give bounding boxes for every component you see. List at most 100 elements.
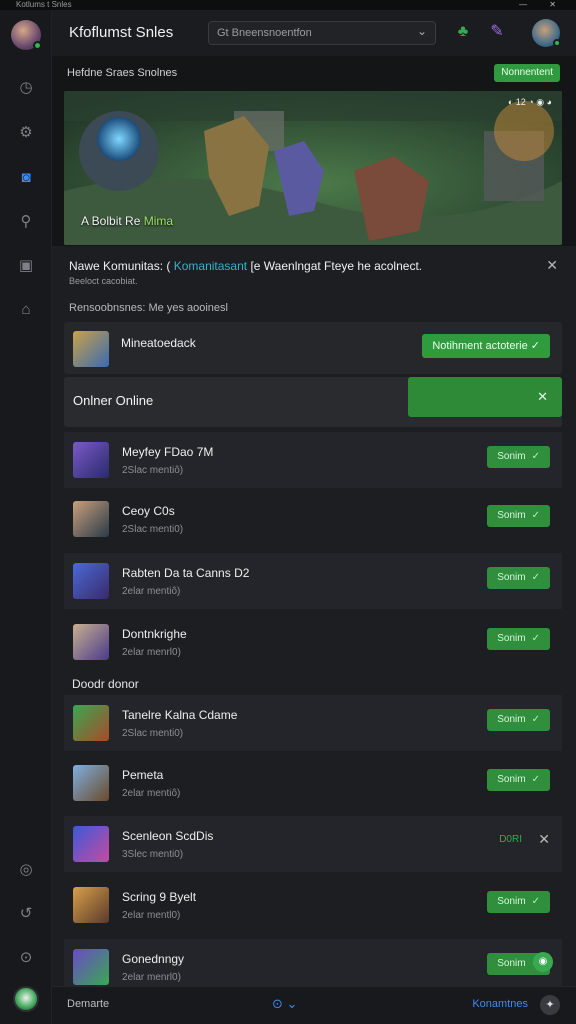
featured-row[interactable]: Mineatoedack Notihment actoterie ✓: [64, 322, 562, 374]
os-title-strip: Kotlums t Snles — ✕: [0, 0, 576, 10]
clock-icon[interactable]: ◷: [16, 78, 36, 98]
close-icon[interactable]: ✕: [546, 257, 558, 274]
list-item[interactable]: Pemeta 2elar mentiô) Sonim ✓: [64, 755, 562, 811]
join-button[interactable]: Sonim✓: [487, 446, 550, 468]
join-button[interactable]: Sonim✓: [487, 628, 550, 650]
join-button[interactable]: Sonim✓: [487, 505, 550, 527]
game-thumbnail: [73, 501, 109, 537]
footer-link[interactable]: Konamtnes: [472, 998, 528, 1010]
row-name: Scenleon ScdDis: [122, 829, 214, 843]
chevron-down-icon[interactable]: ⌄: [417, 24, 427, 38]
quick-action-button[interactable]: ◉: [533, 952, 553, 972]
game-thumbnail: [73, 442, 109, 478]
back-icon[interactable]: ↺: [16, 904, 36, 924]
alert-icon[interactable]: ⌂: [16, 300, 36, 320]
join-button[interactable]: Sonim✓: [487, 891, 550, 913]
bottom-avatar[interactable]: [13, 986, 39, 1012]
footer-help-icon[interactable]: ✦: [540, 995, 560, 1015]
online-progress[interactable]: ✕: [408, 377, 562, 417]
list-item[interactable]: Scenleon ScdDis 3Slec menti0) D0RI ✕: [64, 816, 562, 872]
header: Kfoflumst Snles ⌄ ♣ ✎: [52, 10, 576, 56]
online-status-dot: [33, 41, 42, 50]
check-icon: ✓: [531, 714, 540, 725]
footer: Demarte ⊙ ⌄ Konamtnes ✦: [52, 986, 576, 1024]
game-thumbnail: [73, 949, 109, 985]
game-thumbnail: [73, 563, 109, 599]
close-icon[interactable]: ✕: [538, 831, 550, 848]
game-thumbnail: [73, 765, 109, 801]
row-text-button[interactable]: D0RI: [499, 834, 522, 845]
check-icon: ✓: [531, 510, 540, 521]
row-subtitle: 2elar mentiô): [122, 586, 181, 597]
page-title: Kfoflumst Snles: [69, 24, 174, 41]
row-name: Mineatoedack: [121, 336, 196, 350]
row-subtitle: 2elar mentiô): [122, 788, 181, 799]
search-input[interactable]: [217, 25, 407, 41]
screen-icon[interactable]: ▣: [16, 256, 36, 276]
join-button[interactable]: Sonim✓: [487, 769, 550, 791]
game-banner[interactable]: ◐ 12 ◔ ◉ ◕ A Bolbit Re Mima: [64, 91, 562, 245]
game-thumbnail: [73, 705, 109, 741]
row-name: Gonednngy: [122, 952, 185, 966]
row-subtitle: 2elar menrl0): [122, 647, 181, 658]
user-avatar[interactable]: [11, 20, 42, 50]
panel-subtitle: Beeloct cacobiat.: [69, 276, 138, 286]
row-name: Tanelre Kalna Cdame: [122, 708, 238, 722]
section-label: Hefdne Sraes Snolnes: [67, 67, 178, 79]
search-box[interactable]: ⌄: [208, 21, 436, 45]
row-name: Ceoy C0s: [122, 504, 175, 518]
list-item[interactable]: Dontnkrighe 2elar menrl0) Sonim ✓: [64, 614, 562, 670]
check-icon: ✓: [531, 633, 540, 644]
join-button[interactable]: Sonim✓: [487, 709, 550, 731]
check-icon: ✓: [531, 896, 540, 907]
online-status-dot: [553, 39, 561, 47]
window-controls[interactable]: — ✕: [519, 0, 566, 10]
wand-icon[interactable]: ✎: [486, 21, 508, 43]
game-thumbnail: [73, 331, 109, 367]
row-subtitle: 2Slac menti0): [122, 524, 184, 535]
settings-icon[interactable]: ◎: [16, 860, 36, 880]
row-name: Dontnkrighe: [122, 627, 187, 641]
footer-left-label[interactable]: Demarte: [67, 998, 109, 1010]
top-status-pill[interactable]: Nonnentent: [494, 64, 560, 82]
list-item[interactable]: Ceoy C0s 2Slac menti0) Sonim ✓: [64, 491, 562, 547]
check-icon: ✓: [530, 340, 540, 352]
check-icon: ✓: [531, 774, 540, 785]
panel-label: Rensoobnsnes: Me yes aooinesl: [69, 302, 228, 314]
list-item[interactable]: Scring 9 Byelt 2elar mentl0) Sonim ✓: [64, 877, 562, 933]
list-item[interactable]: Rabten Da ta Canns D2 2elar mentiô) Sonim ✓: [64, 553, 562, 609]
group-label: Doodr donor: [72, 677, 139, 691]
search-icon[interactable]: ⚲: [16, 212, 36, 232]
game-thumbnail: [73, 624, 109, 660]
help-icon[interactable]: ⊙: [16, 948, 36, 968]
list-item[interactable]: Tanelre Kalna Cdame 2Slac menti0) Sonim ✓: [64, 695, 562, 751]
close-icon[interactable]: ✕: [537, 389, 548, 405]
row-subtitle: 3Slec menti0): [122, 849, 184, 860]
banner-stats: ◐ 12 ◔ ◉ ◕: [507, 97, 552, 107]
chat-active-icon[interactable]: ◙: [16, 168, 36, 188]
list-item[interactable]: Meyfey FDao 7M 2Slac mentiô) Sonim ✓: [64, 432, 562, 488]
check-icon: ✓: [531, 572, 540, 583]
row-name: Pemeta: [122, 768, 164, 782]
panel-title: Nawe Komunitas: ( Komanitasant [e Waenln…: [69, 259, 423, 273]
main-content: Hefdne Sraes Snolnes Nonnentent ◐ 12 ◔ ◉…: [52, 56, 576, 995]
row-subtitle: 2elar menrl0): [122, 972, 181, 983]
row-subtitle: 2Slac mentiô): [122, 465, 184, 476]
profile-avatar[interactable]: [532, 19, 561, 47]
row-name: Meyfey FDao 7M: [122, 445, 214, 459]
online-bar: Onlner Online ✕: [64, 377, 562, 427]
row-subtitle: 2Slac menti0): [122, 728, 184, 739]
online-label: Onlner Online: [73, 393, 154, 408]
game-thumbnail: [73, 826, 109, 862]
row-name: Scring 9 Byelt: [122, 890, 197, 904]
community-panel: Nawe Komunitas: ( Komanitasant [e Waenln…: [52, 246, 576, 995]
footer-dropdown[interactable]: ⊙ ⌄: [272, 996, 297, 1012]
sidebar: ◷ ⚙ ◙ ⚲ ▣ ⌂ ◎ ↺ ⊙: [0, 10, 52, 1024]
check-icon: ✓: [531, 451, 540, 462]
gamepad-icon[interactable]: ⚙: [16, 123, 36, 143]
notification-button[interactable]: Notihment actoterie ✓: [422, 334, 550, 358]
banner-caption: A Bolbit Re Mima: [81, 214, 174, 228]
leaf-icon[interactable]: ♣: [452, 21, 474, 43]
join-button[interactable]: Sonim✓: [487, 567, 550, 589]
row-subtitle: 2elar mentl0): [122, 910, 181, 921]
